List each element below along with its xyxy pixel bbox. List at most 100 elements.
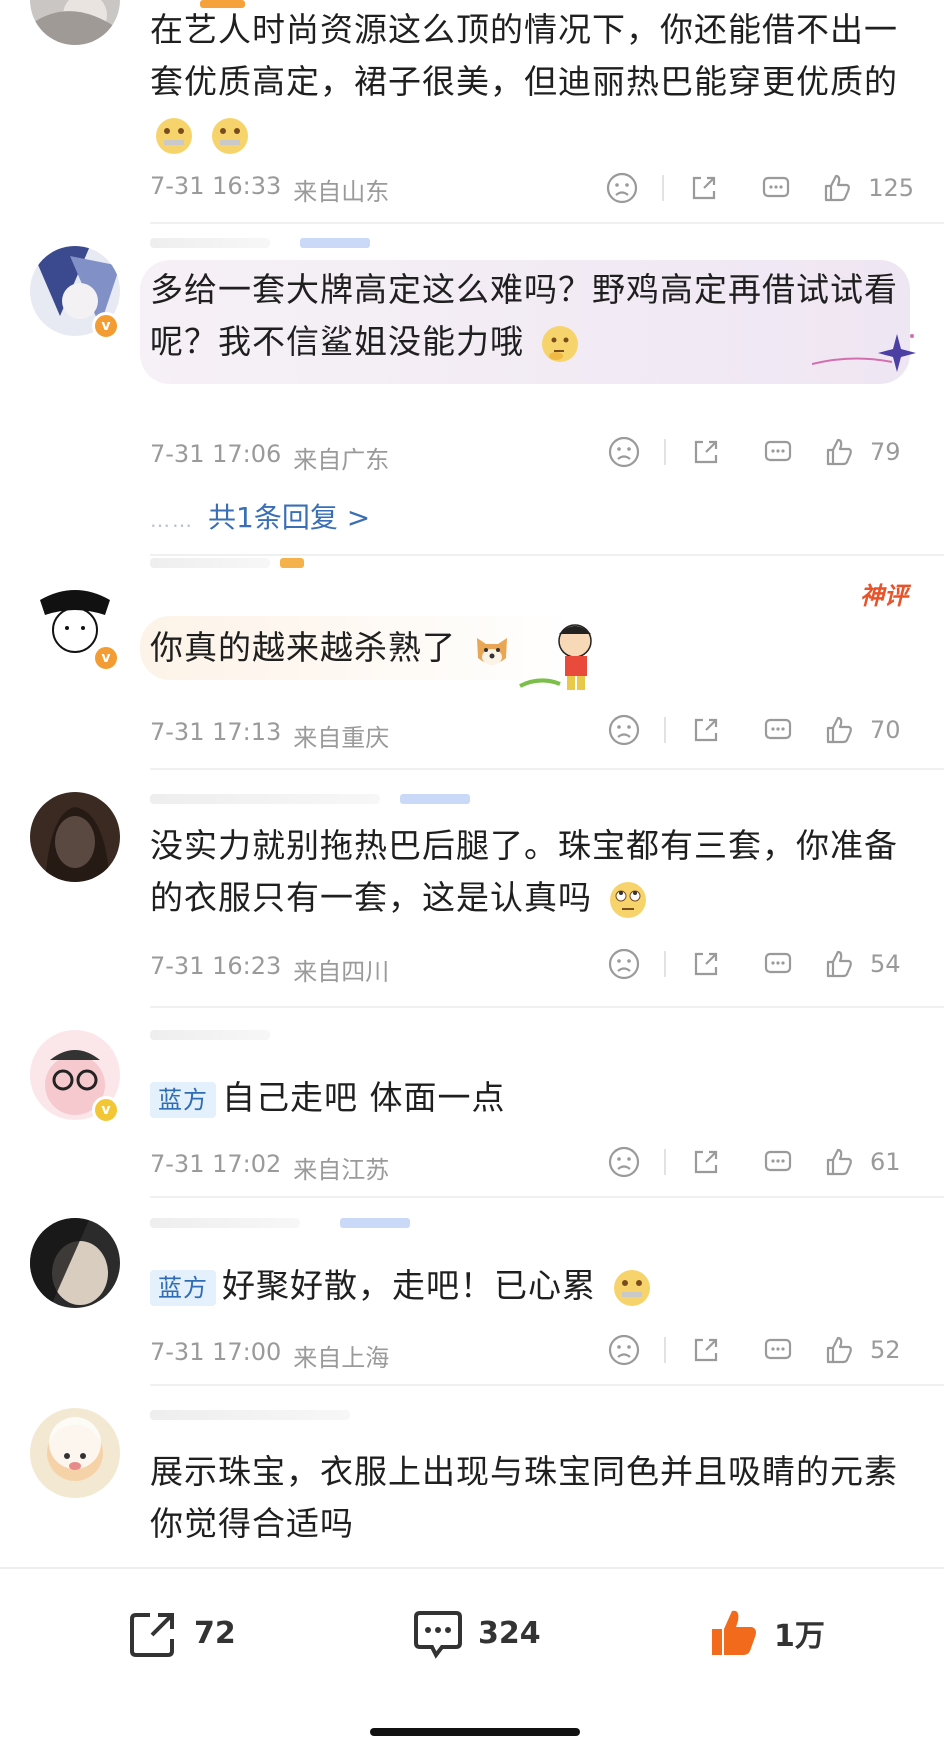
- separator: [664, 951, 666, 977]
- comment-button[interactable]: [742, 432, 814, 472]
- dislike-button[interactable]: [588, 1142, 660, 1182]
- comment-text-content: 多给一套大牌高定这么难吗？野鸡高定再借试试看呢？我不信鲨姐没能力哦: [150, 270, 898, 361]
- username: [150, 794, 380, 804]
- separator: [664, 1337, 666, 1363]
- thumbs-up-icon: [826, 438, 852, 466]
- comment-text: 没实力就别拖热巴后腿了。珠宝都有三套，你准备的衣服只有一套，这是认真吗: [150, 820, 910, 924]
- dislike-button[interactable]: [588, 1330, 660, 1370]
- share-button[interactable]: [670, 1142, 742, 1182]
- like-count: 125: [868, 174, 914, 202]
- comment-text-content: 好聚好散，走吧！已心累: [222, 1266, 596, 1305]
- share-button[interactable]: [670, 944, 742, 984]
- fan-badge: [280, 558, 304, 568]
- top-comment-badge: 神评: [860, 582, 908, 610]
- frown-icon: [608, 1146, 640, 1178]
- share-icon: [694, 440, 718, 464]
- comment-button[interactable]: [742, 1142, 814, 1182]
- username: [150, 1218, 300, 1228]
- share-button[interactable]: [668, 168, 740, 208]
- zipper-mouth-icon: [613, 1269, 650, 1306]
- timestamp: 7-31 17:13: [150, 718, 282, 746]
- comment-meta: 7-31 17:00 来自上海: [150, 1338, 389, 1373]
- dislike-button[interactable]: [586, 168, 658, 208]
- comment-icon: [764, 1150, 792, 1172]
- comment-button[interactable]: [740, 168, 812, 208]
- thumbs-up-icon: [826, 716, 852, 744]
- avatar[interactable]: [30, 1218, 120, 1308]
- separator: [664, 717, 666, 743]
- verified-badge: v: [92, 312, 120, 340]
- comment-meta: 7-31 16:33 来自山东: [150, 172, 389, 207]
- comment-button[interactable]: [742, 710, 814, 750]
- dislike-button[interactable]: [588, 710, 660, 750]
- comment-text-content: 在艺人时尚资源这么顶的情况下，你还能借不出一套优质高定，裙子很美，但迪丽热巴能穿…: [150, 10, 898, 101]
- comment-count-button[interactable]: 324: [410, 1605, 541, 1661]
- like-button[interactable]: [814, 710, 864, 750]
- username: [150, 1030, 270, 1040]
- like-button[interactable]: [814, 944, 864, 984]
- share-icon: [694, 1338, 718, 1362]
- like-button[interactable]: [812, 168, 862, 208]
- like-button[interactable]: [814, 1142, 864, 1182]
- fan-badge: [400, 794, 470, 804]
- view-replies-link[interactable]: …… 共1条回复 >: [150, 496, 370, 536]
- reply-count-label: 共1条回复 >: [208, 501, 371, 534]
- divider: [150, 768, 944, 770]
- comment-button[interactable]: [742, 1330, 814, 1370]
- cartoon-sticker-icon: [519, 624, 592, 690]
- fan-badge: [300, 238, 370, 248]
- like-button[interactable]: [814, 1330, 864, 1370]
- fan-badge: [340, 1218, 410, 1228]
- share-icon: [694, 952, 718, 976]
- comment-text: 展示珠宝，衣服上出现与珠宝同色并且吸睛的元素你觉得合适吗: [150, 1446, 910, 1550]
- comment-text: 在艺人时尚资源这么顶的情况下，你还能借不出一套优质高定，裙子很美，但迪丽热巴能穿…: [150, 4, 910, 160]
- timestamp: 7-31 17:06: [150, 440, 282, 468]
- comment-meta: 7-31 17:06 来自广东: [150, 440, 389, 475]
- location: 来自山东: [293, 178, 390, 206]
- location: 来自江苏: [293, 1156, 390, 1184]
- share-button[interactable]: [670, 710, 742, 750]
- comment-text: 多给一套大牌高定这么难吗？野鸡高定再借试试看呢？我不信鲨姐没能力哦: [150, 264, 910, 368]
- divider: [150, 1006, 944, 1008]
- avatar[interactable]: [30, 1408, 120, 1498]
- repost-button[interactable]: 72: [126, 1605, 236, 1661]
- share-icon: [694, 1150, 718, 1174]
- location: 来自广东: [293, 446, 390, 474]
- comment-actions: 54: [588, 944, 914, 984]
- team-tag[interactable]: 蓝方: [150, 1081, 216, 1118]
- share-icon: [130, 1613, 174, 1657]
- frown-icon: [608, 436, 640, 468]
- share-icon: [693, 176, 716, 200]
- separator: [664, 439, 666, 465]
- team-tag[interactable]: 蓝方: [150, 1269, 216, 1306]
- share-button[interactable]: [670, 432, 742, 472]
- comment-icon: [764, 440, 792, 462]
- avatar[interactable]: [30, 792, 120, 882]
- dislike-button[interactable]: [588, 944, 660, 984]
- avatar[interactable]: [30, 0, 120, 45]
- eye-roll-face-icon: [609, 881, 646, 918]
- location: 来自上海: [293, 1344, 390, 1372]
- comment-actions: 79: [588, 432, 914, 472]
- like-count: 79: [870, 438, 901, 466]
- thinking-face-icon: [541, 325, 578, 362]
- like-post-button[interactable]: 1万: [706, 1605, 825, 1661]
- thumbs-up-icon: [826, 1148, 852, 1176]
- verified-badge: v: [92, 1096, 120, 1124]
- comment-icon: [763, 176, 790, 198]
- like-button[interactable]: [814, 432, 864, 472]
- share-button[interactable]: [670, 1330, 742, 1370]
- comment-text-content: 自己走吧 体面一点: [222, 1078, 506, 1117]
- thumbs-up-icon: [826, 950, 852, 978]
- divider: [150, 1196, 944, 1198]
- timestamp: 7-31 16:23: [150, 952, 282, 980]
- divider: [150, 1384, 944, 1386]
- frown-icon: [607, 172, 638, 204]
- comment-button[interactable]: [742, 944, 814, 984]
- like-count: 1万: [774, 1619, 825, 1654]
- divider: [150, 222, 944, 224]
- comment-meta: 7-31 17:13 来自重庆: [150, 718, 389, 753]
- separator: [664, 1149, 666, 1175]
- home-indicator: [370, 1728, 580, 1736]
- dislike-button[interactable]: [588, 432, 660, 472]
